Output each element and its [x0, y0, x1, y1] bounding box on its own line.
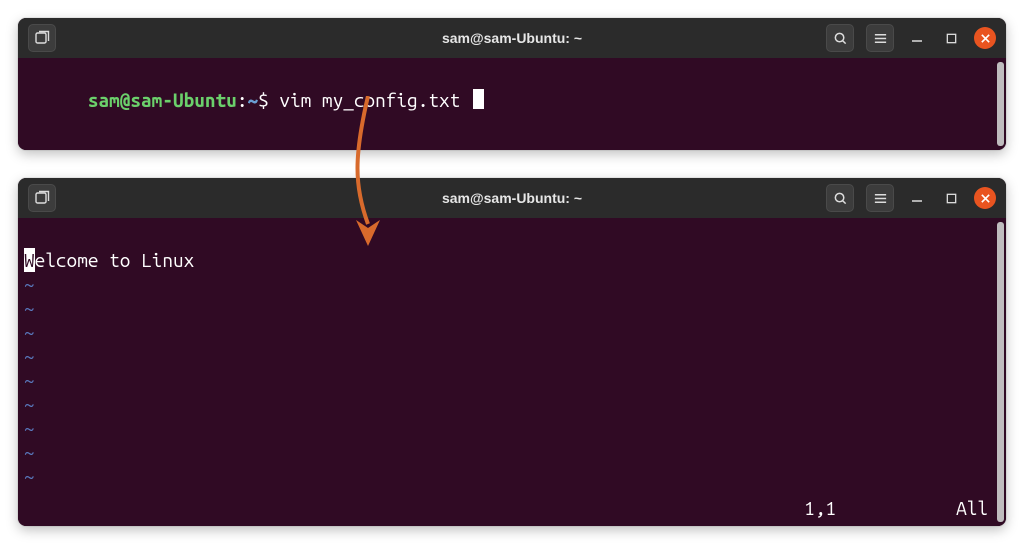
menu-button[interactable]: [866, 24, 894, 52]
minimize-icon: [910, 31, 924, 45]
maximize-icon: [945, 192, 958, 205]
search-icon: [833, 191, 848, 206]
maximize-button[interactable]: [940, 27, 962, 49]
search-button[interactable]: [826, 24, 854, 52]
minimize-icon: [910, 191, 924, 205]
vim-tilde: ~: [24, 369, 35, 391]
new-tab-button[interactable]: [28, 24, 56, 52]
minimize-button[interactable]: [906, 27, 928, 49]
search-button[interactable]: [826, 184, 854, 212]
new-tab-icon: [34, 190, 50, 206]
hamburger-icon: [873, 191, 888, 206]
vim-cursor-position: 1,1: [804, 496, 836, 520]
vim-tilde: ~: [24, 393, 35, 415]
close-button[interactable]: [974, 187, 996, 209]
terminal-window-top: sam@sam-Ubuntu: ~: [18, 18, 1006, 150]
close-icon: [980, 33, 991, 44]
hamburger-icon: [873, 31, 888, 46]
minimize-button[interactable]: [906, 187, 928, 209]
scrollbar[interactable]: [997, 62, 1004, 146]
vim-tilde: ~: [24, 441, 35, 463]
search-icon: [833, 31, 848, 46]
terminal-window-bottom: sam@sam-Ubuntu: ~: [18, 178, 1006, 526]
terminal-body[interactable]: sam@sam-Ubuntu:~$ vim my_config.txt: [18, 58, 1006, 150]
vim-scroll-indicator: All: [956, 496, 988, 520]
vim-tilde: ~: [24, 345, 35, 367]
close-icon: [980, 193, 991, 204]
prompt-symbol: $: [258, 89, 269, 111]
vim-tilde: ~: [24, 417, 35, 439]
vim-body[interactable]: Welcome to Linux ~ ~ ~ ~ ~ ~ ~ ~ ~ 1,1 A…: [18, 218, 1006, 526]
cursor: [473, 89, 484, 109]
maximize-icon: [945, 32, 958, 45]
menu-button[interactable]: [866, 184, 894, 212]
close-button[interactable]: [974, 27, 996, 49]
scrollbar[interactable]: [997, 222, 1004, 522]
command-text: vim my_config.txt: [279, 89, 471, 111]
prompt-userhost: sam@sam-Ubuntu: [88, 89, 237, 111]
titlebar: sam@sam-Ubuntu: ~: [18, 18, 1006, 58]
prompt-separator: :: [237, 89, 248, 111]
vim-tilde: ~: [24, 321, 35, 343]
vim-cursor-char: W: [24, 248, 35, 272]
maximize-button[interactable]: [940, 187, 962, 209]
vim-content: elcome to Linux: [35, 249, 195, 271]
prompt-path: ~: [247, 89, 258, 111]
titlebar: sam@sam-Ubuntu: ~: [18, 178, 1006, 218]
vim-status-line: 1,1 All: [18, 496, 996, 520]
vim-tilde: ~: [24, 273, 35, 295]
new-tab-button[interactable]: [28, 184, 56, 212]
vim-tilde: ~: [24, 465, 35, 487]
new-tab-icon: [34, 30, 50, 46]
vim-tilde: ~: [24, 297, 35, 319]
